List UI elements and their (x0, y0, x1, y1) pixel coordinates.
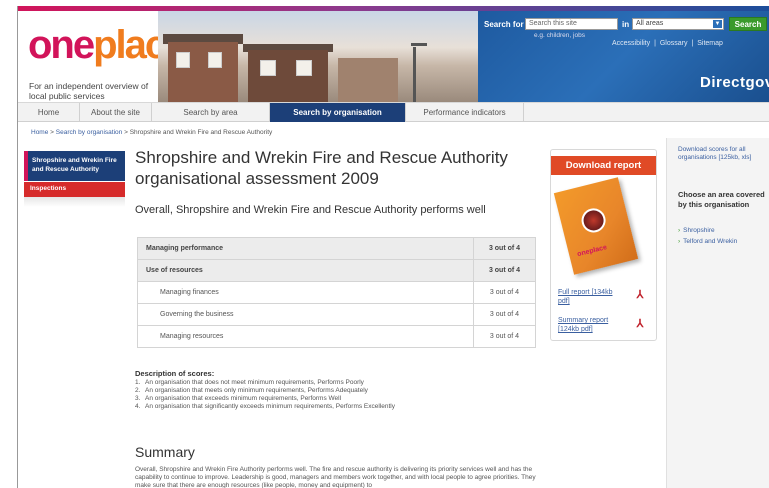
score-value: 3 out of 4 (473, 237, 536, 260)
table-row: Managing resources 3 out of 4 (137, 325, 536, 348)
breadcrumb-parent[interactable]: Search by organisation (56, 129, 123, 136)
table-row: Governing the business 3 out of 4 (137, 303, 536, 326)
header-photo (158, 11, 478, 102)
tagline: For an independent overview of local pub… (29, 81, 149, 101)
pdf-icon[interactable]: ⅄ (633, 287, 647, 303)
list-item: 1. An organisation that does not meet min… (135, 379, 395, 387)
util-separator: | (654, 40, 656, 47)
download-panel: Download report oneplace Full report [13… (550, 149, 657, 341)
house (248, 50, 328, 102)
search-label: Search for (484, 20, 524, 29)
house-window (296, 60, 312, 76)
search-button[interactable]: Search (729, 17, 767, 31)
table-row: Managing performance 3 out of 4 (137, 237, 536, 260)
pdf-icon[interactable]: ⅄ (633, 316, 647, 332)
summary-heading: Summary (135, 444, 195, 460)
score-value: 3 out of 4 (473, 303, 536, 326)
site-header: oneplace For an independent overview of … (18, 6, 769, 102)
breadcrumb-home[interactable]: Home (31, 129, 48, 136)
lead-text: Overall, Shropshire and Wrekin Fire and … (135, 204, 486, 216)
table-row: Managing finances 3 out of 4 (137, 281, 536, 304)
full-report-link[interactable]: Full report [134kb pdf] (558, 288, 622, 306)
score-label: Managing resources (137, 325, 474, 348)
report-cover-image[interactable]: oneplace (553, 177, 639, 275)
house-window (176, 52, 190, 68)
logo-one: one (28, 23, 95, 67)
score-label: Governing the business (137, 303, 474, 326)
description-title: Description of scores: (135, 369, 215, 378)
download-heading: Download report (551, 156, 656, 175)
arrow-right-icon: › (678, 238, 681, 245)
breadcrumb-sep: > (50, 129, 54, 136)
list-text: An organisation that does not meet minim… (145, 379, 364, 386)
tab-performance-indicators[interactable]: Performance indicators (406, 103, 524, 122)
summary-text: Overall, Shropshire and Wrekin Fire Auth… (135, 466, 536, 488)
score-value: 3 out of 4 (473, 325, 536, 348)
house-window (260, 60, 276, 76)
report-cover-photo (579, 205, 609, 235)
left-menu-item-authority[interactable]: Shropshire and Wrekin Fire and Rescue Au… (24, 151, 125, 181)
directgov-logo[interactable]: Directgov (700, 74, 769, 91)
list-item: 2. An organisation that meets only minimu… (135, 387, 395, 395)
brand-area: oneplace For an independent overview of … (18, 11, 187, 102)
area-link-label: Shropshire (683, 227, 715, 234)
choose-area-heading: Choose an area covered by this organisat… (678, 190, 765, 209)
search-input[interactable]: Search this site (525, 18, 618, 30)
download-all-scores-link[interactable]: Download scores for all organisations [1… (678, 146, 768, 162)
left-menu-shadow (24, 197, 125, 207)
area-link-shropshire[interactable]: › Shropshire (678, 227, 715, 234)
arrow-right-icon: › (678, 227, 681, 234)
page-title: Shropshire and Wrekin Fire and Rescue Au… (135, 148, 508, 188)
tab-search-by-organisation[interactable]: Search by organisation (270, 103, 406, 122)
left-menu-item-inspections[interactable]: Inspections (24, 182, 125, 197)
right-sidebar: Download scores for all organisations [1… (666, 138, 769, 488)
browser-page: oneplace For an independent overview of … (17, 6, 769, 488)
search-hint: e.g. children, jobs (534, 32, 585, 39)
score-value: 3 out of 4 (473, 259, 536, 282)
list-number: 3. (135, 395, 141, 402)
report-cover-logo: oneplace (576, 244, 608, 259)
list-number: 1. (135, 379, 141, 386)
breadcrumb-current: Shropshire and Wrekin Fire and Rescue Au… (129, 129, 273, 136)
list-number: 2. (135, 387, 141, 394)
score-label: Managing performance (137, 237, 474, 260)
tab-home[interactable]: Home (18, 103, 80, 122)
utility-links: Accessibility | Glossary | Sitemap (611, 40, 724, 47)
left-menu: Shropshire and Wrekin Fire and Rescue Au… (24, 151, 125, 207)
list-text: An organisation that meets only minimum … (145, 387, 368, 394)
summary-report-link[interactable]: Summary report [124kb pdf] (558, 316, 622, 334)
scores-table: Managing performance 3 out of 4 Use of r… (137, 237, 536, 348)
area-select-value: All areas (636, 20, 664, 27)
in-label: in (622, 20, 630, 29)
description-list: 1. An organisation that does not meet min… (135, 379, 395, 411)
tab-search-by-area[interactable]: Search by area (152, 103, 270, 122)
list-text: An organisation that exceeds minimum req… (145, 395, 342, 402)
house-window (208, 52, 222, 68)
list-item: 3. An organisation that exceeds minimum r… (135, 395, 395, 403)
area-select[interactable]: All areas ▼ (632, 18, 724, 30)
breadcrumb: Home > Search by organisation > Shropshi… (31, 129, 272, 136)
list-text: An organisation that significantly excee… (145, 403, 395, 410)
list-item: 4. An organisation that significantly exc… (135, 403, 395, 411)
house (338, 58, 398, 102)
breadcrumb-sep: > (124, 129, 128, 136)
house (168, 42, 238, 102)
score-value: 3 out of 4 (473, 281, 536, 304)
tab-about[interactable]: About the site (80, 103, 152, 122)
street-lamp (411, 43, 427, 102)
table-row: Use of resources 3 out of 4 (137, 259, 536, 282)
score-label: Use of resources (137, 259, 474, 282)
sitemap-link[interactable]: Sitemap (697, 40, 723, 47)
accessibility-link[interactable]: Accessibility (612, 40, 650, 47)
list-number: 4. (135, 403, 141, 410)
main-nav: Home About the site Search by area Searc… (18, 102, 769, 122)
area-link-telford[interactable]: › Telford and Wrekin (678, 238, 737, 245)
glossary-link[interactable]: Glossary (660, 40, 688, 47)
chevron-down-icon: ▼ (713, 20, 722, 28)
area-link-label: Telford and Wrekin (683, 238, 738, 245)
util-separator: | (691, 40, 694, 47)
score-label: Managing finances (137, 281, 474, 304)
